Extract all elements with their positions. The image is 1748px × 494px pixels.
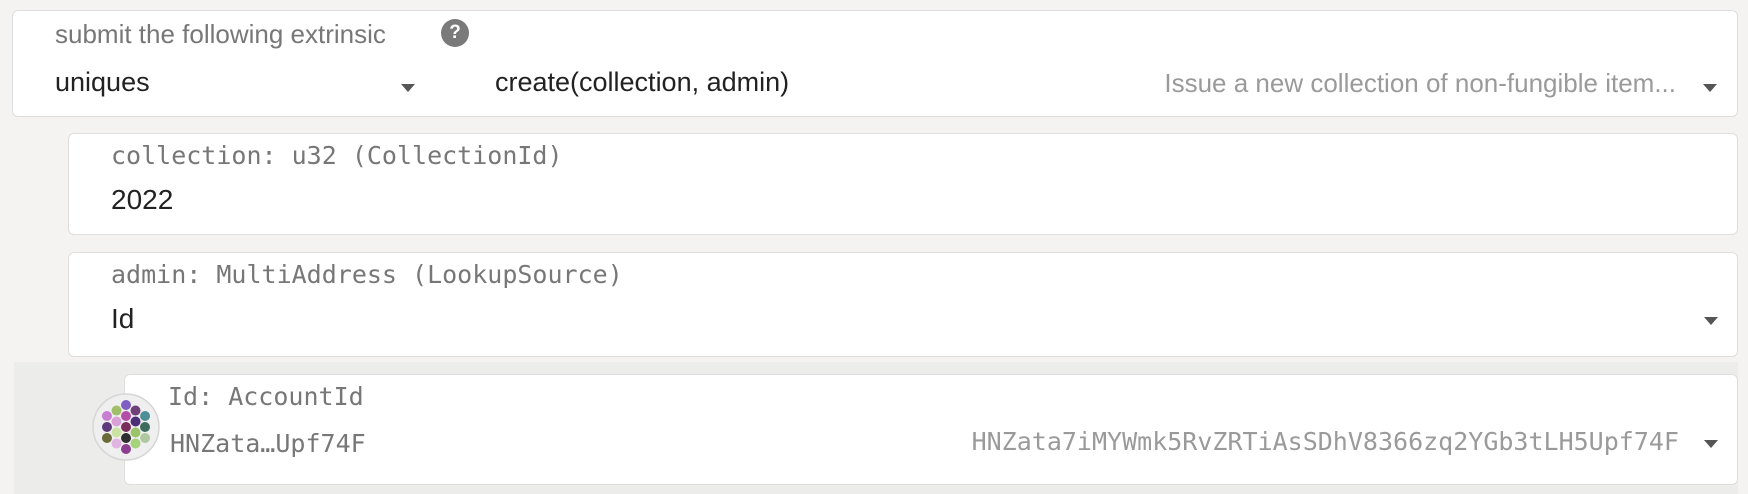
call-dropdown[interactable]: create(collection, admin) Issue a new co… xyxy=(433,59,1723,111)
account-full-address: HNZata7iMYWmk5RvZRTiAsSDhV8366zq2YGb3tLH… xyxy=(971,427,1679,456)
chevron-down-icon[interactable] xyxy=(1704,317,1718,325)
identicon-dot xyxy=(130,438,141,449)
admin-label: admin: MultiAddress (LookupSource) xyxy=(111,260,623,289)
identicon-dot xyxy=(121,444,131,454)
identicon-dot xyxy=(130,405,141,416)
identicon-dot xyxy=(121,433,131,443)
identicon-dot xyxy=(102,422,112,432)
admin-field[interactable]: admin: MultiAddress (LookupSource) Id xyxy=(68,252,1738,357)
identicon-dot xyxy=(121,411,131,421)
pallet-dropdown[interactable]: uniques xyxy=(13,59,433,111)
extrinsic-label: submit the following extrinsic xyxy=(55,19,386,49)
identicon[interactable] xyxy=(92,393,160,461)
pallet-value: uniques xyxy=(55,67,150,97)
identicon-dot xyxy=(140,411,151,421)
collection-field[interactable]: collection: u32 (CollectionId) 2022 xyxy=(68,133,1738,235)
chevron-down-icon xyxy=(1703,84,1717,92)
identicon-dot xyxy=(140,422,150,432)
identicon-dot xyxy=(121,422,131,432)
identicon-dot xyxy=(121,400,131,410)
identicon-dot xyxy=(111,427,122,438)
extrinsic-selector: submit the following extrinsic ? uniques… xyxy=(12,10,1738,117)
identicon-dot xyxy=(111,405,122,416)
help-icon[interactable]: ? xyxy=(441,19,469,47)
account-short-address: HNZata…Upf74F xyxy=(170,429,366,458)
identicon-dot xyxy=(101,411,112,421)
identicon-dot xyxy=(111,416,122,427)
admin-type-value: Id xyxy=(111,303,135,334)
identicon-dot xyxy=(101,433,112,443)
identicon-dot xyxy=(111,438,122,449)
account-id-field[interactable]: Id: AccountId HNZata…Upf74F HNZata7iMYWm… xyxy=(124,374,1738,485)
identicon-dot xyxy=(130,427,141,438)
call-description: Issue a new collection of non-fungible i… xyxy=(1164,68,1676,98)
chevron-down-icon[interactable] xyxy=(1704,440,1718,448)
identicon-dot xyxy=(140,433,151,443)
collection-label: collection: u32 (CollectionId) xyxy=(111,141,563,170)
chevron-down-icon xyxy=(401,84,415,92)
call-value: create(collection, admin) xyxy=(495,67,790,97)
account-id-label: Id: AccountId xyxy=(168,382,364,411)
collection-input[interactable]: 2022 xyxy=(111,184,173,216)
identicon-dot xyxy=(130,416,141,427)
